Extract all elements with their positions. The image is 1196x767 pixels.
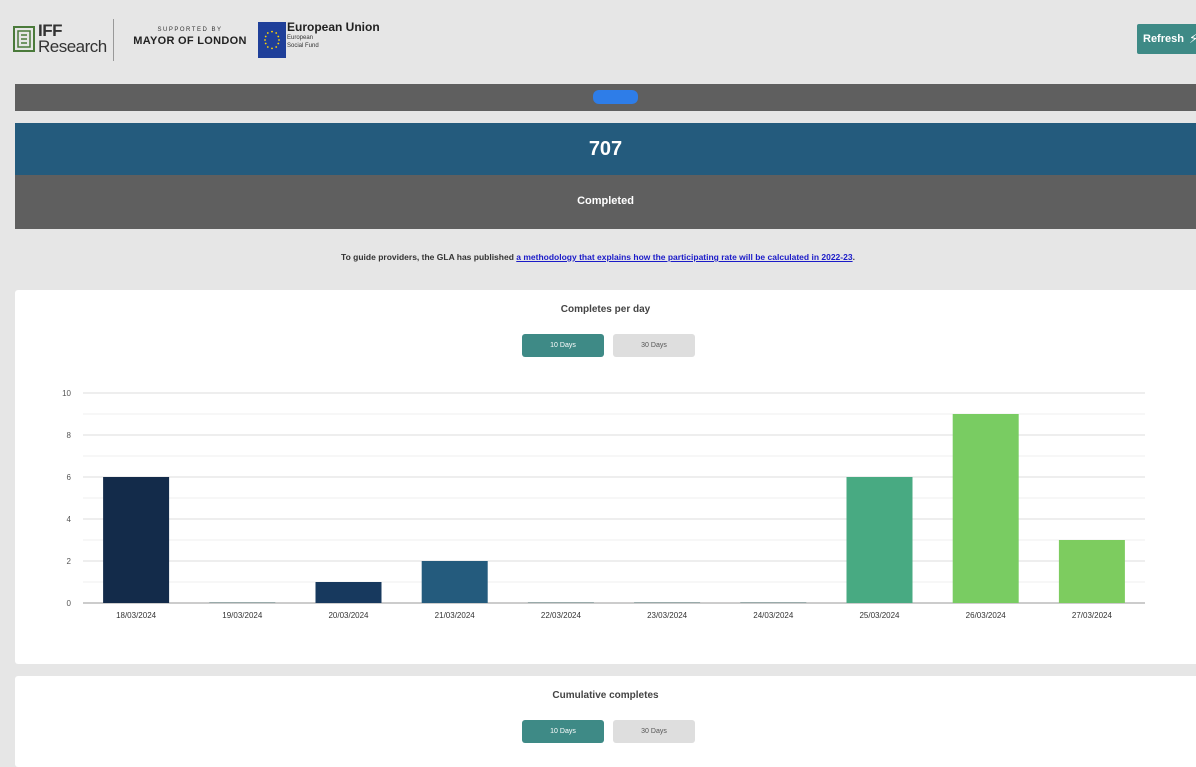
guide-suffix: . xyxy=(852,252,855,262)
bar[interactable] xyxy=(1058,540,1125,603)
x-tick-label: 27/03/2024 xyxy=(1072,611,1113,620)
completed-count: 707 xyxy=(15,123,1196,175)
cumulative-toggle-30-days[interactable]: 30 Days xyxy=(613,720,695,743)
refresh-button[interactable]: Refresh ⚡ xyxy=(1137,24,1196,54)
x-tick-label: 18/03/2024 xyxy=(116,611,157,620)
y-tick-label: 6 xyxy=(67,473,72,482)
x-tick-label: 19/03/2024 xyxy=(222,611,263,620)
bar[interactable] xyxy=(846,477,913,603)
y-tick-label: 8 xyxy=(67,431,72,440)
bar[interactable] xyxy=(315,582,382,603)
bar[interactable] xyxy=(209,602,276,603)
y-tick-label: 4 xyxy=(67,515,72,524)
completes-per-day-card: Completes per day 10 Days 30 Days 024681… xyxy=(15,290,1196,664)
mayor-name: MAYOR OF LONDON xyxy=(133,35,247,47)
iff-logo-icon xyxy=(13,26,35,52)
methodology-link[interactable]: a methodology that explains how the part… xyxy=(516,252,852,262)
iff-research-logo: IFF Research xyxy=(13,21,107,57)
bar[interactable] xyxy=(634,602,701,603)
provider-bar xyxy=(15,84,1196,111)
guide-text: To guide providers, the GLA has publishe… xyxy=(0,252,1196,262)
redacted-name xyxy=(593,90,638,104)
x-tick-label: 26/03/2024 xyxy=(966,611,1007,620)
refresh-label: Refresh xyxy=(1143,33,1184,45)
cumulative-completes-card: Cumulative completes 10 Days 30 Days xyxy=(15,676,1196,767)
y-tick-label: 2 xyxy=(67,557,72,566)
refresh-icon: ⚡ xyxy=(1188,31,1196,46)
eu-line2: Social Fund xyxy=(287,43,319,49)
guide-prefix: To guide providers, the GLA has publishe… xyxy=(341,252,517,262)
completes-bar-chart: 0 2 4 6 8 10 18/03/2024 19/03/2024 20/03/2024 21/… xyxy=(62,389,1145,620)
y-tick-label: 10 xyxy=(62,389,71,398)
eu-flag-icon xyxy=(258,22,286,58)
x-tick-label: 22/03/2024 xyxy=(541,611,582,620)
bar[interactable] xyxy=(740,602,807,603)
iff-logo-line2: Research xyxy=(38,37,107,56)
header: IFF Research SUPPORTED BY MAYOR OF LONDO… xyxy=(0,0,1196,84)
x-tick-label: 21/03/2024 xyxy=(435,611,476,620)
x-tick-label: 24/03/2024 xyxy=(753,611,794,620)
x-tick-label: 25/03/2024 xyxy=(859,611,900,620)
eu-logo-text: European Union European Social Fund xyxy=(287,20,380,50)
bar[interactable] xyxy=(103,477,170,603)
mayor-of-london-logo: SUPPORTED BY MAYOR OF LONDON xyxy=(130,27,250,47)
eu-line1: European xyxy=(287,35,314,41)
cumulative-toggle-10-days[interactable]: 10 Days xyxy=(522,720,604,743)
header-divider xyxy=(113,19,114,61)
x-tick-label: 23/03/2024 xyxy=(647,611,688,620)
bar[interactable] xyxy=(421,561,488,603)
bar[interactable] xyxy=(952,414,1019,603)
y-tick-label: 0 xyxy=(67,599,72,608)
x-tick-label: 20/03/2024 xyxy=(328,611,369,620)
cumulative-chart-title: Cumulative completes xyxy=(552,690,659,701)
completed-label: Completed xyxy=(15,175,1196,229)
bar[interactable] xyxy=(527,602,594,603)
eu-title: European Union xyxy=(287,20,380,34)
supported-by-text: SUPPORTED BY xyxy=(157,27,223,33)
